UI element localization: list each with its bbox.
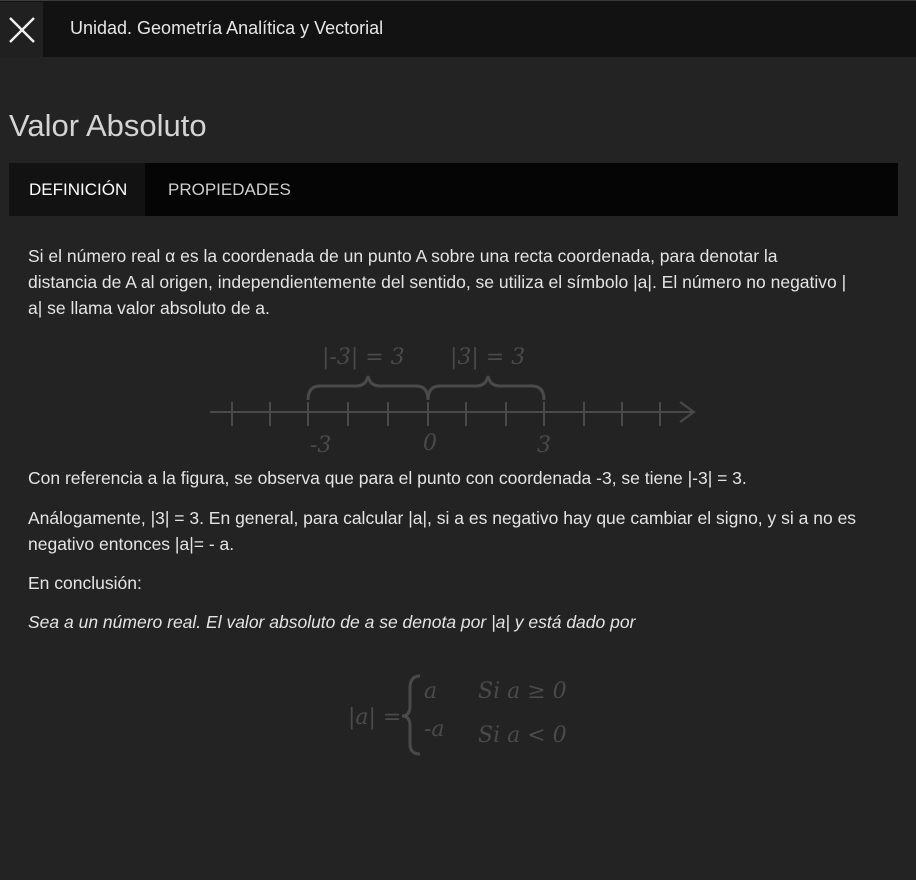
case1-value: a [424,679,437,704]
tab-definicion[interactable]: DEFINICIÓN [9,163,145,216]
paragraph-line: a| se llama valor absoluto de a. [28,298,270,318]
case1-condition: Si a ≥ 0 [478,679,567,704]
close-icon [8,16,35,43]
close-button[interactable] [0,2,43,57]
paragraph-conclusion: En conclusión: [28,573,142,593]
axis-ticks [231,402,661,426]
top-bar: Unidad. Geometría Analítica y Vectorial [0,0,916,57]
unit-title: Unidad. Geometría Analítica y Vectorial [70,18,384,38]
paragraph-line: Análogamente, |3| = 3. En general, para … [28,508,857,528]
paragraph-line: distancia de A al origen, independientem… [28,272,847,292]
paragraph-definition-statement: Sea a un número real. El valor absoluto … [28,612,636,632]
tab-propiedades[interactable]: PROPIEDADES [145,163,311,216]
tab-bar: DEFINICIÓN PROPIEDADES [9,163,898,216]
formula-lhs: |a| = [348,705,401,730]
definition-paragraph: Si el número real α es la coordenada de … [28,243,888,321]
brace-right [426,375,546,401]
formula-brace [401,674,421,756]
page-title: Valor Absoluto [9,108,207,143]
paragraph-line: Si el número real α es la coordenada de … [28,246,778,266]
brace-left [306,375,430,401]
paragraph-analogous: Análogamente, |3| = 3. En general, para … [28,505,888,557]
case2-value: -a [424,717,445,742]
tick-label-3: 3 [537,433,551,458]
case2-condition: Si a < 0 [478,723,567,748]
absolute-value-formula: |a| = a Si a ≥ 0 -a Si a < 0 [348,674,567,756]
abs-3-label: |3| = 3 [450,345,525,370]
tick-label-neg3: -3 [310,433,331,458]
tick-label-0: 0 [423,431,437,456]
abs-neg3-label: |-3| = 3 [322,345,405,370]
paragraph-reference: Con referencia a la figura, se observa q… [28,468,747,488]
number-line-figure: |-3| = 3 |3| = 3 -3 0 3 [210,345,696,458]
paragraph-line: negativo entonces |a|= - a. [28,534,235,554]
